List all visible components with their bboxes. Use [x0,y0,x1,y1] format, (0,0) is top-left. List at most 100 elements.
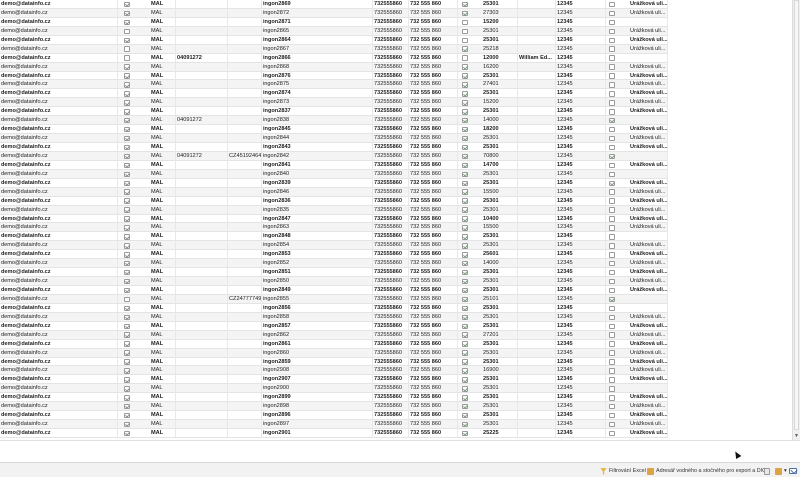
chk1-checkbox[interactable] [124,287,130,294]
table-row[interactable]: demo@datainfo.cz MAL CZ24777749 ingon2855 73… [0,294,668,304]
chk1-checkbox[interactable] [124,395,130,401]
chk2-checkbox[interactable] [462,198,468,204]
chk2-checkbox[interactable] [462,162,468,169]
table-row[interactable]: demo@datainfo.cz MAL ingon2869 732555860 732… [0,0,668,9]
chk3-checkbox[interactable] [609,189,615,195]
table-row[interactable]: demo@datainfo.cz MAL ingon2857 732555860 732… [0,321,668,331]
chk2-checkbox[interactable] [462,305,468,312]
table-row[interactable]: demo@datainfo.cz MAL ingon2847 732555860 732… [0,214,668,224]
table-row[interactable]: demo@datainfo.cz MAL ingon2867 732555860 732… [0,44,668,54]
table-row[interactable]: demo@datainfo.cz MAL ingon2900 732555860 732… [0,384,668,394]
chk1-checkbox[interactable] [124,126,130,133]
chk2-checkbox[interactable] [462,10,468,17]
chk1-checkbox[interactable] [124,305,130,312]
table-row[interactable]: demo@datainfo.cz MAL ingon2853 732555860 732… [0,250,668,260]
table-row[interactable]: demo@datainfo.cz MAL ingon2901 732555860 732… [0,429,668,438]
chk2-checkbox[interactable] [462,332,468,338]
table-row[interactable]: demo@datainfo.cz MAL ingon2874 732555860 732… [0,89,668,99]
chk3-checkbox[interactable] [609,412,615,419]
chk1-checkbox[interactable] [124,64,130,70]
chk1-checkbox[interactable] [124,252,130,258]
table-row[interactable]: demo@datainfo.cz MAL ingon2835 732555860 732… [0,205,668,215]
chk1-checkbox[interactable] [124,350,130,356]
chk3-checkbox[interactable] [609,207,615,213]
chk3-checkbox[interactable] [609,198,615,204]
table-row[interactable]: demo@datainfo.cz MAL 04091272 ingon2838 7325… [0,116,668,126]
chk3-checkbox[interactable] [609,323,615,330]
chk2-checkbox[interactable] [462,287,468,294]
table-row[interactable]: demo@datainfo.cz MAL ingon2863 732555860 732… [0,223,668,233]
chk1-checkbox[interactable] [124,403,130,410]
chk3-checkbox[interactable] [609,180,615,187]
chk2-checkbox[interactable] [462,341,468,347]
chk2-checkbox[interactable] [462,225,468,231]
chk2-checkbox[interactable] [462,207,468,213]
chk2-checkbox[interactable] [462,403,468,410]
chk2-checkbox[interactable] [462,153,468,160]
chk3-checkbox[interactable] [609,359,615,365]
chk1-checkbox[interactable] [124,153,130,160]
chk2-checkbox[interactable] [462,126,468,133]
table-row[interactable]: demo@datainfo.cz MAL ingon2868 732555860 732… [0,62,668,72]
chk2-checkbox[interactable] [462,1,468,8]
chk3-checkbox[interactable] [609,252,615,258]
chk3-checkbox[interactable] [609,37,615,44]
chk1-checkbox[interactable] [124,19,130,26]
chk1-checkbox[interactable] [124,421,130,428]
chk2-checkbox[interactable] [462,278,468,285]
chk2-checkbox[interactable] [462,117,468,124]
chk2-checkbox[interactable] [462,46,468,52]
chk2-checkbox[interactable] [462,91,468,97]
chk2-checkbox[interactable] [462,73,468,79]
chk3-checkbox[interactable] [609,64,615,70]
scroll-down-arrow-icon[interactable]: ▼ [794,433,799,439]
chk1-checkbox[interactable] [124,91,130,97]
chk2-checkbox[interactable] [462,55,468,61]
chk1-checkbox[interactable] [124,260,130,267]
chk2-checkbox[interactable] [462,269,468,276]
chk1-checkbox[interactable] [124,341,130,347]
table-row[interactable]: demo@datainfo.cz MAL ingon2908 732555860 732… [0,366,668,376]
table-row[interactable]: demo@datainfo.cz MAL ingon2848 732555860 732… [0,232,668,242]
table-row[interactable]: demo@datainfo.cz MAL ingon2907 732555860 732… [0,375,668,385]
chk1-checkbox[interactable] [124,198,130,204]
chk3-checkbox[interactable] [609,100,615,106]
table-row[interactable]: demo@datainfo.cz MAL ingon2840 732555860 732… [0,169,668,179]
table-row[interactable]: demo@datainfo.cz MAL ingon2875 732555860 732… [0,80,668,90]
table-row[interactable]: demo@datainfo.cz MAL ingon2871 732555860 732… [0,17,668,27]
chk3-checkbox[interactable] [609,55,615,61]
chk3-checkbox[interactable] [609,430,615,437]
chk3-checkbox[interactable] [609,350,615,356]
chk2-checkbox[interactable] [462,323,468,330]
chk3-checkbox[interactable] [609,260,615,267]
table-row[interactable]: demo@datainfo.cz MAL ingon2858 732555860 732… [0,312,668,322]
chk1-checkbox[interactable] [124,117,130,124]
chk3-checkbox[interactable] [609,278,615,285]
chk1-checkbox[interactable] [124,225,130,231]
chk2-checkbox[interactable] [462,314,468,321]
table-row[interactable]: demo@datainfo.cz MAL ingon2872 732555860 732… [0,8,668,18]
chk3-checkbox[interactable] [609,368,615,374]
chk2-checkbox[interactable] [462,243,468,249]
chk2-checkbox[interactable] [462,260,468,267]
chk1-checkbox[interactable] [124,37,130,44]
table-row[interactable]: demo@datainfo.cz MAL ingon2899 732555860 732… [0,393,668,403]
chk2-checkbox[interactable] [462,421,468,428]
chk2-checkbox[interactable] [462,189,468,195]
chk1-checkbox[interactable] [124,377,130,383]
chk3-checkbox[interactable] [609,421,615,428]
chk1-checkbox[interactable] [124,323,130,330]
document-button[interactable] [764,466,770,476]
chk2-checkbox[interactable] [462,82,468,88]
table-row[interactable]: demo@datainfo.cz MAL ingon2873 732555860 732… [0,98,668,108]
table-row[interactable]: demo@datainfo.cz MAL ingon2862 732555860 732… [0,330,668,340]
chk1-checkbox[interactable] [124,189,130,195]
table-row[interactable]: demo@datainfo.cz MAL ingon2845 732555860 732… [0,125,668,135]
chk3-checkbox[interactable] [609,269,615,276]
address-export-button[interactable]: Adresář vodného a stočného pro export a … [647,466,766,476]
options-button[interactable]: ▾ [775,466,787,476]
table-row[interactable]: demo@datainfo.cz MAL ingon2897 732555860 732… [0,420,668,429]
table-row[interactable]: demo@datainfo.cz MAL ingon2876 732555860 732… [0,71,668,81]
chk1-checkbox[interactable] [124,269,130,276]
chk2-checkbox[interactable] [462,37,468,44]
